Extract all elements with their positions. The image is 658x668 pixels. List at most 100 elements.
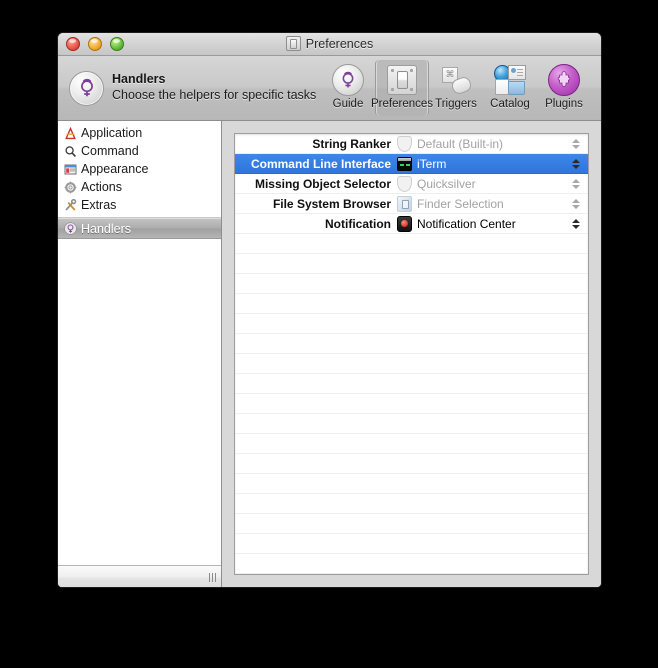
page-title: Handlers xyxy=(112,72,166,87)
quicksilver-logo-icon xyxy=(69,70,104,106)
sidebar-item-application[interactable]: Application xyxy=(58,124,221,142)
preferences-window: Preferences Handlers Choose the helpers … xyxy=(57,32,602,588)
table-row[interactable]: Command Line Interface iTerm xyxy=(235,154,588,174)
table-row-empty[interactable] xyxy=(235,554,588,574)
table-row-empty[interactable] xyxy=(235,314,588,334)
row-label: Missing Object Selector xyxy=(254,176,391,191)
header-identity: Handlers Choose the helpers for specific… xyxy=(69,70,321,106)
sidebar-item-label: Actions xyxy=(81,180,122,194)
toolbar-item-plugins[interactable]: Plugins xyxy=(537,60,591,116)
catalog-globe-folder-icon xyxy=(494,63,526,97)
table-row-empty[interactable] xyxy=(235,374,588,394)
toolbar-item-guide[interactable]: Guide xyxy=(321,60,375,116)
window-header: Handlers Choose the helpers for specific… xyxy=(58,56,601,121)
table-row[interactable]: String Ranker Default (Built-in) xyxy=(235,134,588,154)
row-value: Finder Selection xyxy=(417,196,504,211)
toolbar-item-label: Triggers xyxy=(435,98,477,110)
window-titlebar[interactable]: Preferences xyxy=(58,33,601,56)
plugins-puzzle-icon xyxy=(548,63,580,97)
sidebar-item-label: Command xyxy=(81,144,139,158)
toolbar-item-label: Preferences xyxy=(371,98,434,110)
toolbar-item-triggers[interactable]: ⌘ Triggers xyxy=(429,60,483,116)
window-body: Application Command Appearance Actions E… xyxy=(58,121,601,587)
toolbar-item-label: Guide xyxy=(332,98,364,110)
triggers-tag-icon: ⌘ xyxy=(441,63,473,97)
header-text: Handlers Choose the helpers for specific… xyxy=(112,72,316,103)
row-stepper[interactable] xyxy=(568,218,588,229)
notification-icon xyxy=(397,215,412,232)
row-stepper[interactable] xyxy=(568,198,588,209)
table-row-empty[interactable] xyxy=(235,434,588,454)
table-row-empty[interactable] xyxy=(235,394,588,414)
table-row-empty[interactable] xyxy=(235,414,588,434)
document-proxy-icon[interactable] xyxy=(285,36,301,51)
table-row-empty[interactable] xyxy=(235,354,588,374)
table-row-empty[interactable] xyxy=(235,274,588,294)
table-row-empty[interactable] xyxy=(235,494,588,514)
table-row-empty[interactable] xyxy=(235,254,588,274)
table-row[interactable]: File System Browser Finder Selection xyxy=(235,194,588,214)
sidebar-item-label: Appearance xyxy=(81,162,149,176)
screen: Preferences Handlers Choose the helpers … xyxy=(0,0,658,668)
sidebar-item-extras[interactable]: Extras xyxy=(58,196,221,214)
magnifier-icon xyxy=(63,144,77,158)
window-title-area: Preferences xyxy=(58,36,601,51)
table-row-empty[interactable] xyxy=(235,514,588,534)
sidebar-item-actions[interactable]: Actions xyxy=(58,178,221,196)
shield-icon xyxy=(397,135,412,152)
gear-icon xyxy=(63,180,77,194)
application-icon xyxy=(63,126,77,140)
table-row-empty[interactable] xyxy=(235,454,588,474)
row-value: Default (Built-in) xyxy=(417,136,504,151)
table-row-empty[interactable] xyxy=(235,474,588,494)
table-row[interactable]: Notification Notification Center xyxy=(235,214,588,234)
row-value-popup[interactable]: iTerm xyxy=(397,156,568,171)
sidebar-item-command[interactable]: Command xyxy=(58,142,221,160)
page-subtitle: Choose the helpers for specific tasks xyxy=(112,88,317,102)
preferences-switch-icon xyxy=(387,63,417,97)
sidebar-list: Application Command Appearance Actions E… xyxy=(58,121,221,239)
row-value-popup[interactable]: Quicksilver xyxy=(397,175,568,192)
handlers-table: String Ranker Default (Built-in) Command… xyxy=(234,133,589,575)
toolbar-item-catalog[interactable]: Catalog xyxy=(483,60,537,116)
row-label: String Ranker xyxy=(312,136,391,151)
appearance-window-icon xyxy=(63,162,77,176)
toolbar: Guide Preferences ⌘ Triggers Catalog Plu… xyxy=(321,60,591,116)
row-value: Notification Center xyxy=(417,216,516,231)
empty-rows-container xyxy=(235,234,588,575)
row-value-popup[interactable]: Finder Selection xyxy=(397,195,568,212)
sidebar-item-label: Handlers xyxy=(81,221,132,236)
toolbar-item-label: Plugins xyxy=(545,98,583,110)
table-row-empty[interactable] xyxy=(235,534,588,554)
row-value: iTerm xyxy=(417,156,447,171)
row-stepper[interactable] xyxy=(568,138,588,149)
row-value: Quicksilver xyxy=(417,176,476,191)
shield-icon xyxy=(397,175,412,192)
sidebar-item-handlers[interactable]: Handlers xyxy=(58,218,221,239)
row-stepper[interactable] xyxy=(568,178,588,189)
row-value-popup[interactable]: Default (Built-in) xyxy=(397,135,568,152)
quicksilver-handlers-icon xyxy=(63,222,77,236)
row-stepper[interactable] xyxy=(568,158,588,169)
table-row-empty[interactable] xyxy=(235,294,588,314)
table-row-empty[interactable] xyxy=(235,234,588,254)
table-row[interactable]: Missing Object Selector Quicksilver xyxy=(235,174,588,194)
sidebar-item-label: Application xyxy=(81,126,143,140)
quicksilver-guide-icon xyxy=(332,63,364,97)
sidebar: Application Command Appearance Actions E… xyxy=(58,121,222,587)
row-label: File System Browser xyxy=(272,196,391,211)
toolbar-item-preferences[interactable]: Preferences xyxy=(371,60,433,116)
sidebar-item-label: Extras xyxy=(81,198,117,212)
resize-grip-icon[interactable] xyxy=(209,573,216,582)
terminal-icon xyxy=(397,156,412,171)
sidebar-item-appearance[interactable]: Appearance xyxy=(58,160,221,178)
row-label: Notification xyxy=(325,216,391,231)
window-title: Preferences xyxy=(305,36,374,51)
row-label: Command Line Interface xyxy=(250,156,391,171)
handlers-panel: String Ranker Default (Built-in) Command… xyxy=(222,121,601,587)
table-row-empty[interactable] xyxy=(235,334,588,354)
finder-icon xyxy=(397,195,412,212)
tools-icon xyxy=(63,198,77,212)
table-row-empty[interactable] xyxy=(235,574,588,575)
row-value-popup[interactable]: Notification Center xyxy=(397,215,568,232)
